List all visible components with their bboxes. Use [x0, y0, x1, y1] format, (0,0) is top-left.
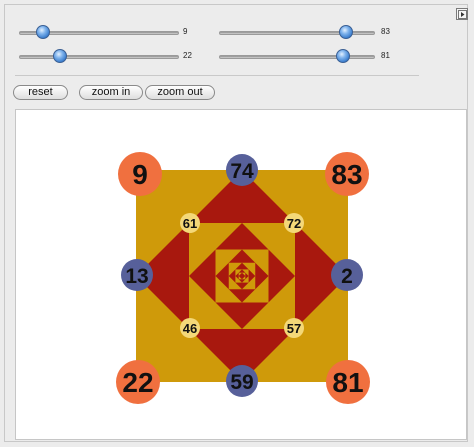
inner-label-bottom-left: 46	[183, 321, 197, 336]
slider-thumb[interactable]	[53, 49, 67, 63]
slider-3[interactable]: 22	[19, 49, 192, 65]
slider-thumb[interactable]	[36, 25, 50, 39]
slider-value: 9	[183, 27, 188, 36]
corner-label-bottom-right: 81	[332, 367, 363, 398]
slider-track[interactable]	[19, 55, 179, 59]
inner-label-top-right: 72	[287, 216, 301, 231]
corner-label-top-left: 9	[132, 159, 148, 190]
corner-circle-top-left: 9	[118, 152, 162, 196]
corner-label-top-right: 83	[331, 159, 362, 190]
slider-value: 81	[381, 51, 390, 60]
control-panel: 9 83 22 81 reset zoom in zoom out 9 83 2…	[4, 4, 468, 442]
slider-value: 22	[183, 51, 192, 60]
edge-label-bottom: 59	[230, 371, 253, 394]
inner-circle-bottom-left: 46	[180, 318, 200, 338]
zoom-in-button[interactable]: zoom in	[79, 85, 143, 100]
inner-circle-top-right: 72	[284, 213, 304, 233]
inner-circle-bottom-right: 57	[284, 318, 304, 338]
slider-1[interactable]: 9	[19, 25, 189, 41]
slider-4[interactable]: 81	[219, 49, 390, 65]
slider-thumb[interactable]	[336, 49, 350, 63]
corner-circle-bottom-left: 22	[116, 360, 160, 404]
expand-icon	[458, 10, 467, 19]
reset-button[interactable]: reset	[13, 85, 68, 100]
inner-circle-top-left: 61	[180, 213, 200, 233]
inner-label-bottom-right: 57	[287, 321, 301, 336]
inner-label-top-left: 61	[183, 216, 197, 231]
edge-circle-top: 74	[226, 154, 258, 186]
separator	[15, 75, 419, 76]
edge-label-top: 74	[230, 160, 254, 183]
edge-label-right: 2	[341, 265, 353, 288]
slider-2[interactable]: 83	[219, 25, 390, 41]
edge-label-left: 13	[125, 265, 148, 288]
corner-label-bottom-left: 22	[122, 367, 153, 398]
slider-value: 83	[381, 27, 390, 36]
disclosure-button[interactable]	[456, 8, 468, 20]
edge-circle-right: 2	[331, 259, 363, 291]
slider-thumb[interactable]	[339, 25, 353, 39]
slider-track[interactable]	[219, 55, 375, 59]
edge-circle-bottom: 59	[226, 365, 258, 397]
zoom-out-button[interactable]: zoom out	[145, 85, 215, 100]
nested-squares-figure: 9 83 22 81 74 2 59 13 61 72 46 57	[116, 152, 370, 404]
corner-circle-bottom-right: 81	[326, 360, 370, 404]
corner-circle-top-right: 83	[325, 152, 369, 196]
edge-circle-left: 13	[121, 259, 153, 291]
graphics-canvas: 9 83 22 81 74 2 59 13 61 72 46 57	[15, 109, 467, 440]
